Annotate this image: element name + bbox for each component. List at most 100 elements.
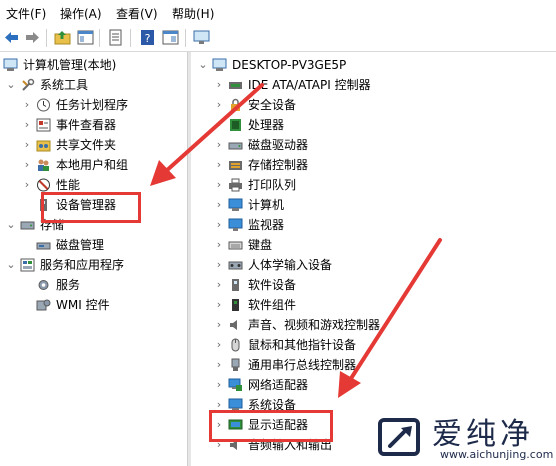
up-folder-icon[interactable] bbox=[54, 29, 71, 46]
help-icon[interactable]: ? bbox=[139, 29, 156, 46]
device-category-sound-video[interactable]: › 声音、视频和游戏控制器 bbox=[214, 315, 544, 335]
tree-node-event-viewer[interactable]: › 事件查看器 bbox=[22, 115, 182, 135]
expand-chevron-icon[interactable]: › bbox=[214, 135, 224, 155]
device-category-monitors[interactable]: › 监视器 bbox=[214, 215, 544, 235]
collapse-chevron-icon[interactable]: ⌄ bbox=[6, 255, 16, 275]
expand-chevron-icon[interactable]: › bbox=[22, 135, 32, 155]
device-category-print-queues[interactable]: › 打印队列 bbox=[214, 175, 544, 195]
expand-chevron-icon[interactable]: › bbox=[214, 155, 224, 175]
tree-label: 本地用户和组 bbox=[56, 158, 129, 172]
menu-action[interactable]: 操作(A) bbox=[60, 5, 102, 22]
device-category-mice[interactable]: › 鼠标和其他指针设备 bbox=[214, 335, 544, 355]
event-viewer-icon bbox=[36, 118, 51, 132]
tree-label: 系统工具 bbox=[40, 78, 89, 92]
action-pane-icon[interactable] bbox=[162, 29, 179, 46]
expand-chevron-icon[interactable]: › bbox=[214, 75, 224, 95]
expand-chevron-icon[interactable]: › bbox=[214, 375, 224, 395]
expand-chevron-icon[interactable]: › bbox=[22, 115, 32, 135]
disk-icon bbox=[36, 242, 51, 250]
device-category-network[interactable]: › 网络适配器 bbox=[214, 375, 544, 395]
expand-chevron-icon[interactable]: › bbox=[214, 95, 224, 115]
back-arrow-icon[interactable] bbox=[3, 29, 20, 46]
show-hide-tree-icon[interactable] bbox=[77, 29, 94, 46]
menu-file[interactable]: 文件(F) bbox=[6, 5, 46, 22]
device-category-disk-drives[interactable]: › 磁盘驱动器 bbox=[214, 135, 544, 155]
monitor-icon[interactable] bbox=[193, 29, 210, 46]
network-adapter-icon bbox=[228, 378, 242, 391]
tree-node-computer-management[interactable]: 计算机管理(本地) bbox=[3, 55, 183, 75]
collapse-chevron-icon[interactable]: ⌄ bbox=[6, 215, 16, 235]
device-category-keyboards[interactable]: › 键盘 bbox=[214, 235, 544, 255]
monitor-icon bbox=[228, 218, 243, 231]
expand-chevron-icon[interactable]: › bbox=[22, 155, 32, 175]
device-category-storage-controllers[interactable]: › 存储控制器 bbox=[214, 155, 544, 175]
tree-label: 服务和应用程序 bbox=[40, 258, 125, 272]
tree-node-wmi[interactable]: WMI 控件 bbox=[22, 295, 182, 315]
computer-name: DESKTOP-PV3GE5P bbox=[232, 58, 347, 72]
users-icon bbox=[38, 159, 49, 171]
device-category-usb[interactable]: › 通用串行总线控制器 bbox=[214, 355, 544, 375]
device-category-label: 键盘 bbox=[248, 238, 273, 252]
forward-arrow-icon[interactable] bbox=[24, 29, 41, 46]
device-category-processor[interactable]: › 处理器 bbox=[214, 115, 544, 135]
tree-node-disk-management[interactable]: 磁盘管理 bbox=[22, 235, 182, 255]
device-category-security[interactable]: › 安全设备 bbox=[214, 95, 544, 115]
device-category-computer[interactable]: › 计算机 bbox=[214, 195, 544, 215]
device-category-label: 磁盘驱动器 bbox=[248, 138, 309, 152]
expand-chevron-icon[interactable]: › bbox=[214, 235, 224, 255]
tools-icon bbox=[22, 78, 35, 91]
computer-icon bbox=[228, 198, 243, 211]
device-category-label: 网络适配器 bbox=[248, 378, 309, 392]
tree-node-task-scheduler[interactable]: › 任务计划程序 bbox=[22, 95, 182, 115]
tree-node-services[interactable]: 服务 bbox=[22, 275, 182, 295]
highlight-display-adapters bbox=[209, 410, 333, 442]
watermark-brand-text: 爱纯净 bbox=[432, 417, 534, 452]
tree-node-computer-root[interactable]: ⌄ DESKTOP-PV3GE5P bbox=[198, 55, 548, 75]
usb-icon bbox=[231, 358, 240, 371]
console-tree-pane: 计算机管理(本地) ⌄ 系统工具 › 任务计划程序 › 事件查看器 › 共享文件… bbox=[0, 52, 187, 466]
speaker-icon bbox=[230, 320, 237, 330]
mouse-icon bbox=[231, 338, 240, 352]
tree-label: 任务计划程序 bbox=[56, 98, 129, 112]
tree-node-local-users[interactable]: › 本地用户和组 bbox=[22, 155, 182, 175]
expand-chevron-icon[interactable]: › bbox=[214, 215, 224, 235]
menu-view[interactable]: 查看(V) bbox=[116, 5, 158, 22]
device-category-software-components[interactable]: › 软件组件 bbox=[214, 295, 544, 315]
storage-controller-icon bbox=[229, 161, 242, 170]
svg-text:?: ? bbox=[145, 32, 151, 45]
software-component-icon bbox=[232, 299, 239, 311]
toolbar-separator bbox=[99, 29, 100, 47]
ide-controller-icon bbox=[229, 82, 242, 89]
expand-chevron-icon[interactable]: › bbox=[214, 355, 224, 375]
device-category-software-devices[interactable]: › 软件设备 bbox=[214, 275, 544, 295]
expand-chevron-icon[interactable]: › bbox=[214, 275, 224, 295]
expand-chevron-icon[interactable]: › bbox=[214, 255, 224, 275]
security-device-icon bbox=[231, 98, 240, 111]
menu-help[interactable]: 帮助(H) bbox=[172, 5, 214, 22]
collapse-chevron-icon[interactable]: ⌄ bbox=[198, 55, 208, 75]
computer-management-icon bbox=[3, 58, 18, 71]
expand-chevron-icon[interactable]: › bbox=[214, 295, 224, 315]
device-category-label: IDE ATA/ATAPI 控制器 bbox=[248, 78, 371, 92]
expand-chevron-icon[interactable]: › bbox=[214, 115, 224, 135]
expand-chevron-icon[interactable]: › bbox=[22, 95, 32, 115]
toolbar: ? bbox=[0, 24, 556, 52]
expand-chevron-icon[interactable]: › bbox=[214, 195, 224, 215]
tree-node-shared-folders[interactable]: › 共享文件夹 bbox=[22, 135, 182, 155]
desktop-computer-icon bbox=[212, 58, 227, 71]
tree-node-system-tools[interactable]: ⌄ 系统工具 bbox=[6, 75, 182, 95]
expand-chevron-icon[interactable]: › bbox=[22, 175, 32, 195]
properties-icon[interactable] bbox=[107, 29, 124, 46]
tree-label: 磁盘管理 bbox=[56, 238, 105, 252]
expand-chevron-icon[interactable]: › bbox=[214, 335, 224, 355]
device-category-label: 人体学输入设备 bbox=[248, 258, 333, 272]
watermark-logo: 爱纯净 www.aichunjing.com bbox=[364, 404, 556, 466]
expand-chevron-icon[interactable]: › bbox=[214, 175, 224, 195]
collapse-chevron-icon[interactable]: ⌄ bbox=[6, 75, 16, 95]
device-category-ide[interactable]: › IDE ATA/ATAPI 控制器 bbox=[214, 75, 544, 95]
expand-chevron-icon[interactable]: › bbox=[214, 315, 224, 335]
tree-node-services-apps[interactable]: ⌄ 服务和应用程序 bbox=[6, 255, 182, 275]
device-category-label: 通用串行总线控制器 bbox=[248, 358, 357, 372]
toolbar-separator bbox=[185, 29, 186, 47]
device-category-hid[interactable]: › 人体学输入设备 bbox=[214, 255, 544, 275]
